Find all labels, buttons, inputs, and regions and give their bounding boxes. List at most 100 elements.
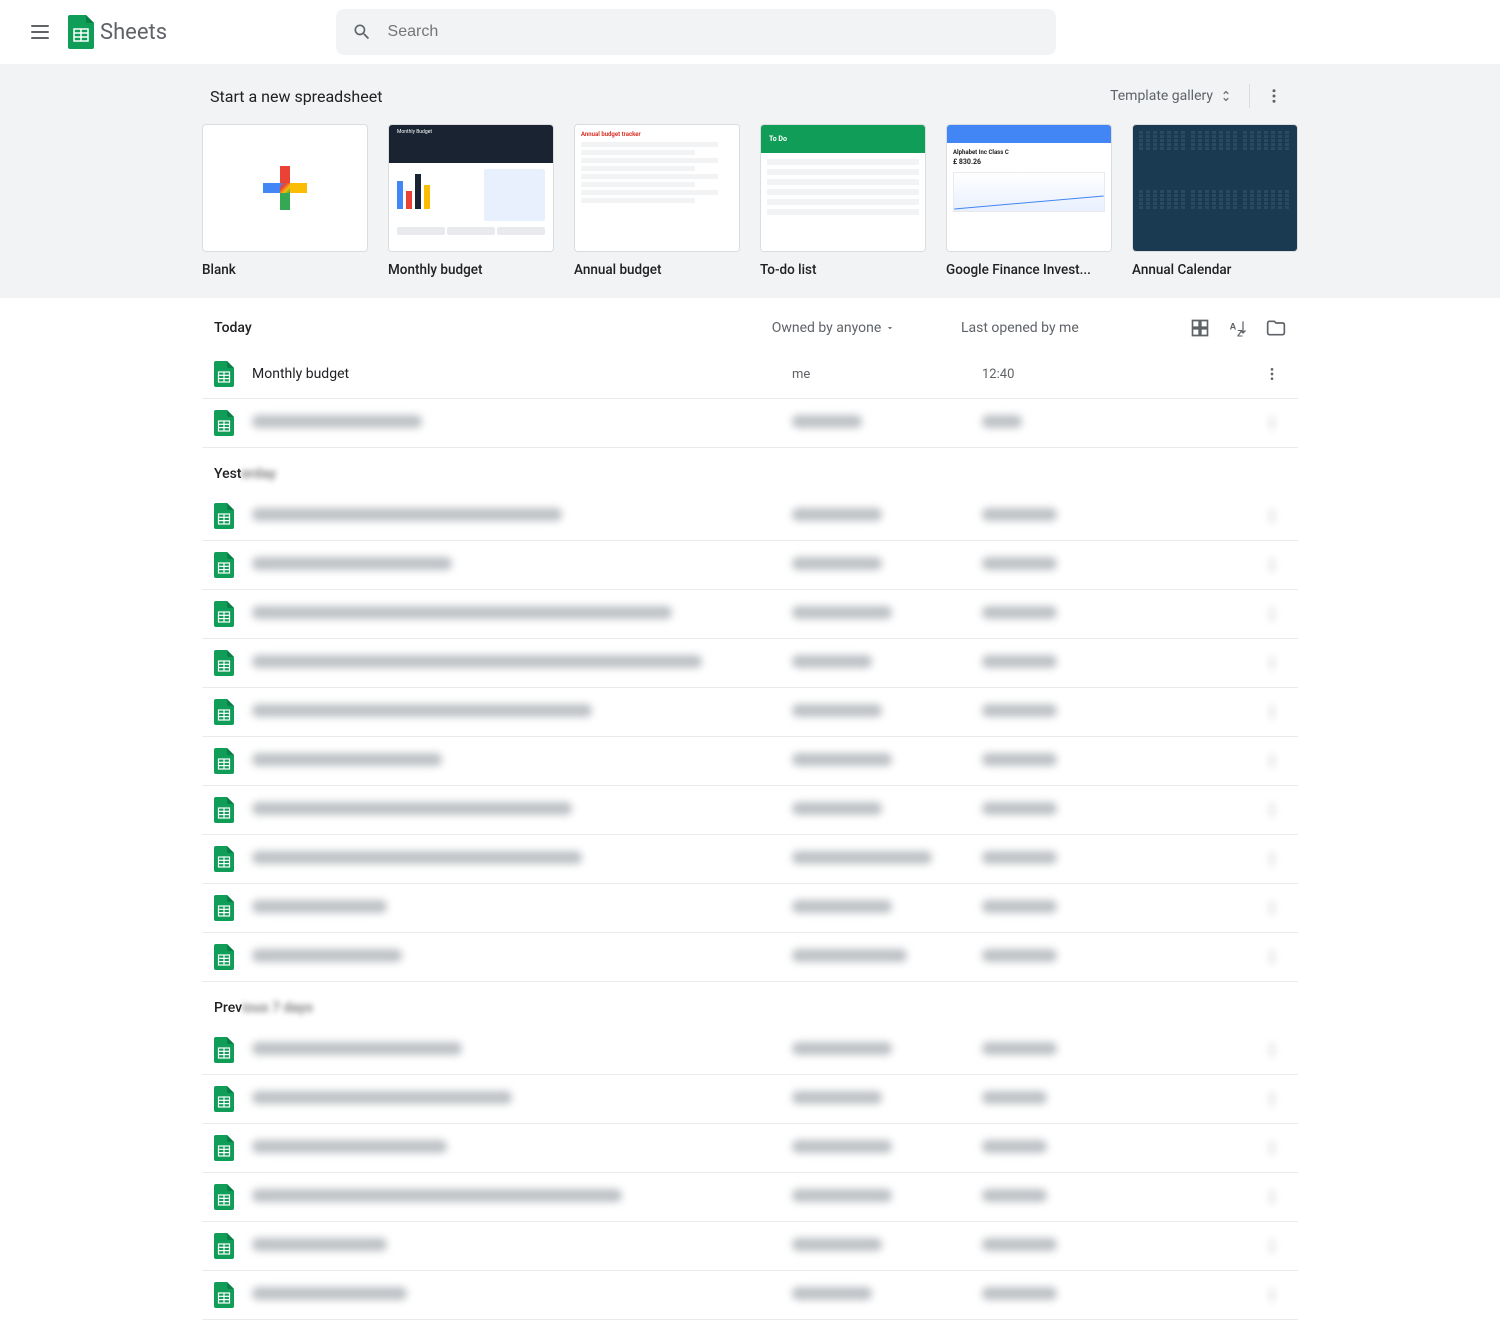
file-row[interactable] [202,639,1298,688]
search-input[interactable] [388,23,1040,41]
file-more-button[interactable] [1258,894,1286,922]
template-label: Google Finance Invest... [946,262,1112,278]
file-name [252,1042,792,1059]
template-thumbnail: Annual budget tracker [574,124,740,252]
file-date [982,1287,1212,1304]
sheets-file-icon [214,895,234,921]
sheets-file-icon [214,410,234,436]
file-date [982,949,1212,966]
file-more-button[interactable] [1258,360,1286,388]
file-row[interactable] [202,1026,1298,1075]
file-date [982,655,1212,672]
template-card[interactable]: Monthly Budget Monthly budget [388,124,554,278]
file-date [982,606,1212,623]
svg-text:Z: Z [1237,328,1243,338]
template-more-button[interactable] [1258,80,1290,112]
file-more-button[interactable] [1258,747,1286,775]
sort-label[interactable]: Last opened by me [961,320,1190,336]
svg-text:A: A [1230,322,1237,332]
template-thumbnail: Alphabet Inc Class C £ 830.26 [946,124,1112,252]
file-more-button[interactable] [1258,1085,1286,1113]
file-row[interactable] [202,1222,1298,1271]
main-menu-button[interactable] [16,8,64,56]
file-owner [792,851,982,868]
template-card[interactable]: Alphabet Inc Class C £ 830.26 Google Fin… [946,124,1112,278]
more-vert-icon [1265,87,1283,105]
sort-az-button[interactable]: AZ [1228,318,1248,338]
hamburger-icon [31,25,49,39]
file-date [982,508,1212,525]
sheets-file-icon [214,361,234,387]
file-name [252,851,792,868]
sheets-file-icon [214,1135,234,1161]
file-more-button[interactable] [1258,1134,1286,1162]
template-card[interactable]: Annual Calendar [1132,124,1298,278]
group-label: Today [214,320,772,336]
file-more-button[interactable] [1258,1281,1286,1309]
file-more-button[interactable] [1258,698,1286,726]
file-row[interactable] [202,1173,1298,1222]
template-thumbnail: Monthly Budget [388,124,554,252]
file-row[interactable] [202,590,1298,639]
file-row[interactable] [202,541,1298,590]
file-row[interactable] [202,1271,1298,1320]
file-row[interactable] [202,399,1298,448]
open-folder-button[interactable] [1266,318,1286,338]
file-name [252,606,792,623]
file-more-button[interactable] [1258,943,1286,971]
sheets-file-icon [214,552,234,578]
file-name [252,655,792,672]
template-thumbnail [1132,124,1298,252]
file-row[interactable] [202,835,1298,884]
more-vert-icon [1264,900,1280,916]
template-card[interactable]: Annual budget tracker Annual budget [574,124,740,278]
more-vert-icon [1264,1189,1280,1205]
file-more-button[interactable] [1258,1183,1286,1211]
file-row[interactable] [202,688,1298,737]
file-more-button[interactable] [1258,649,1286,677]
unfold-icon [1219,89,1233,103]
more-vert-icon [1264,508,1280,524]
sheets-file-icon [214,944,234,970]
file-date [982,1189,1212,1206]
file-row[interactable] [202,1124,1298,1173]
file-more-button[interactable] [1258,845,1286,873]
group-label: Previous 7 days [202,982,1298,1026]
sheets-file-icon [214,1233,234,1259]
file-row[interactable] [202,1075,1298,1124]
file-row[interactable] [202,737,1298,786]
file-list-section: Today Owned by anyone Last opened by me … [190,298,1310,1320]
file-name [252,704,792,721]
sheets-file-icon [214,1086,234,1112]
file-owner: me [792,367,982,382]
group-label: Yesterday [202,448,1298,492]
grid-icon [1190,318,1210,338]
file-more-button[interactable] [1258,796,1286,824]
file-more-button[interactable] [1258,551,1286,579]
owner-filter[interactable]: Owned by anyone [772,320,961,336]
file-row[interactable] [202,492,1298,541]
template-gallery-button[interactable]: Template gallery [1102,82,1241,110]
file-row[interactable] [202,884,1298,933]
sheets-file-icon [214,699,234,725]
grid-view-button[interactable] [1190,318,1210,338]
file-more-button[interactable] [1258,600,1286,628]
template-label: To-do list [760,262,926,278]
template-card[interactable]: Blank [202,124,368,278]
file-row[interactable] [202,933,1298,982]
file-row[interactable] [202,786,1298,835]
more-vert-icon [1264,802,1280,818]
template-card[interactable]: To Do To-do list [760,124,926,278]
more-vert-icon [1264,366,1280,382]
sheets-file-icon [214,797,234,823]
file-more-button[interactable] [1258,1036,1286,1064]
more-vert-icon [1264,606,1280,622]
file-more-button[interactable] [1258,502,1286,530]
file-owner [792,704,982,721]
file-more-button[interactable] [1258,1232,1286,1260]
file-more-button[interactable] [1258,409,1286,437]
app-logo[interactable]: Sheets [68,15,167,49]
search-box[interactable] [336,9,1056,55]
file-name [252,415,792,432]
file-row[interactable]: Monthly budget me 12:40 [202,350,1298,399]
